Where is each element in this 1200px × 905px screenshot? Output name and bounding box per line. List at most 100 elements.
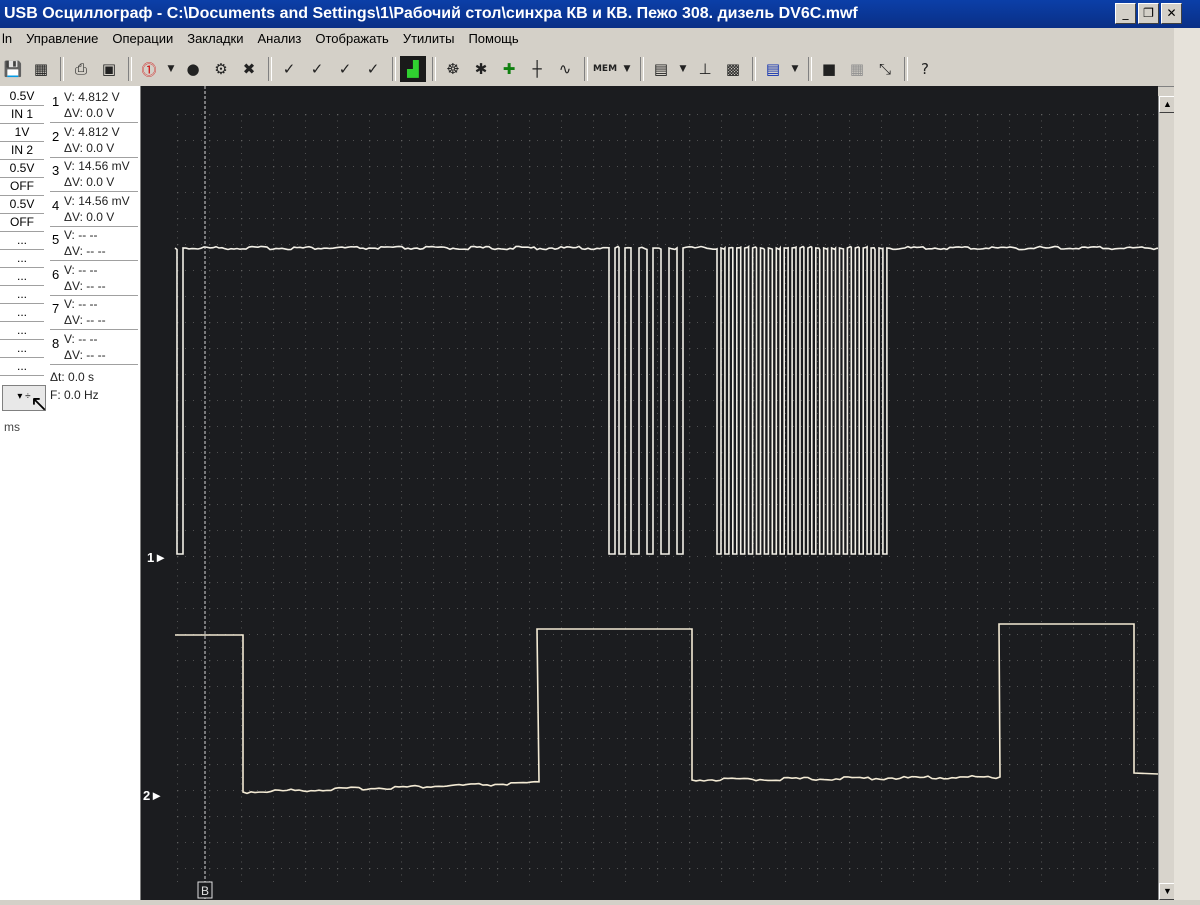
range-cell-4[interactable]: 0.5V xyxy=(0,160,44,178)
menu-item-5[interactable]: Отображать xyxy=(308,28,395,50)
range-cell-10[interactable]: ... xyxy=(0,268,44,286)
range-cell-7[interactable]: OFF xyxy=(0,214,44,232)
time-unit-label: ms xyxy=(4,420,20,434)
scope-grid xyxy=(177,114,1154,882)
range-cell-5[interactable]: OFF xyxy=(0,178,44,196)
window-frame-edge xyxy=(1174,28,1200,900)
mem-icon[interactable]: MEM xyxy=(592,56,618,82)
range-cell-15[interactable]: ... xyxy=(0,358,44,376)
range-cell-13[interactable]: ... xyxy=(0,322,44,340)
probe-icon[interactable]: ☸ xyxy=(440,56,466,82)
math-icon[interactable]: ∿ xyxy=(552,56,578,82)
range-cell-12[interactable]: ... xyxy=(0,304,44,322)
channel-readout-4: 4V: 14.56 mVΔV: 0.0 V xyxy=(50,192,138,227)
mem-dropdown-icon[interactable]: ▼ xyxy=(620,56,634,82)
export-icon[interactable]: ▣ xyxy=(96,56,122,82)
menu-item-6[interactable]: Утилиты xyxy=(396,28,462,50)
channel-readout-8: 8 V: -- -- ΔV: -- -- xyxy=(50,330,138,365)
oscilloscope-screen[interactable]: 1► 2► B xyxy=(141,86,1158,900)
window-title: USB Осциллограф - C:\Documents and Setti… xyxy=(4,5,858,23)
menu-item-4[interactable]: Анализ xyxy=(250,28,308,50)
voltage-value: V: 14.56 mV xyxy=(64,159,130,173)
mouse-pointer-icon: ↖ xyxy=(30,392,48,417)
bug-icon[interactable]: ✱ xyxy=(468,56,494,82)
channel-1-marker: 1► xyxy=(147,550,167,565)
stop-icon[interactable]: ⓵ xyxy=(136,56,162,82)
axis-dropdown-icon[interactable]: ▼ xyxy=(676,56,690,82)
axis-1-icon[interactable]: ▤ xyxy=(648,56,674,82)
trigger-icon[interactable]: ⚙ xyxy=(208,56,234,82)
tools-icon[interactable]: ✖ xyxy=(236,56,262,82)
voltage-value: V: -- -- xyxy=(64,228,98,242)
delta-voltage-value: ΔV: -- -- xyxy=(64,313,106,327)
cursor-b-label: B xyxy=(201,884,209,898)
menu-bar: lnУправлениеОперацииЗакладкиАнализОтобра… xyxy=(0,28,1200,50)
voltage-value: V: -- -- xyxy=(64,332,98,346)
record-icon[interactable]: ● xyxy=(180,56,206,82)
xy-icon[interactable]: ⤡ xyxy=(872,56,898,82)
range-cell-2[interactable]: 1V xyxy=(0,124,44,142)
channel-number: 1 xyxy=(52,94,59,109)
spectrum-icon[interactable]: ▟ xyxy=(400,56,426,82)
range-cell-11[interactable]: ... xyxy=(0,286,44,304)
range-cell-1[interactable]: IN 1 xyxy=(0,106,44,124)
check-4-icon[interactable]: ✓ xyxy=(360,56,386,82)
voltage-value: V: 4.812 V xyxy=(64,90,120,104)
channel-readout-5: 5V: -- --ΔV: -- -- xyxy=(50,226,138,261)
waveform-display[interactable]: 1► 2► B xyxy=(141,86,1158,900)
dropdown-icon[interactable]: ▼ xyxy=(164,56,178,82)
channel-number: 5 xyxy=(52,232,59,247)
range-cell-8[interactable]: ... xyxy=(0,232,44,250)
menu-item-3[interactable]: Закладки xyxy=(180,28,250,50)
channel-number: 2 xyxy=(52,129,59,144)
display-dropdown-icon[interactable]: ▼ xyxy=(788,56,802,82)
range-cell-3[interactable]: IN 2 xyxy=(0,142,44,160)
check-1-icon[interactable]: ✓ xyxy=(276,56,302,82)
menu-item-0[interactable]: ln xyxy=(0,28,19,50)
vertical-scrollbar[interactable]: ▲ ▼ xyxy=(1158,96,1175,900)
title-bar: USB Осциллограф - C:\Documents and Setti… xyxy=(0,0,1200,28)
channel-number: 8 xyxy=(52,336,59,351)
cursor-icon[interactable]: ✚ xyxy=(496,56,522,82)
channel-number: 3 xyxy=(52,163,59,178)
print-icon[interactable]: ⎙ xyxy=(68,56,94,82)
marker-icon[interactable]: ┼ xyxy=(524,56,550,82)
delta-voltage-value: ΔV: 0.0 V xyxy=(64,210,114,224)
range-cell-9[interactable]: ... xyxy=(0,250,44,268)
maximize-button[interactable]: ❐ xyxy=(1138,3,1159,24)
delta-t-readout: Δt: 0.0 s xyxy=(50,370,94,384)
open-icon[interactable]: ▦ xyxy=(28,56,54,82)
check-2-icon[interactable]: ✓ xyxy=(304,56,330,82)
channel-readout-6: 6V: -- --ΔV: -- -- xyxy=(50,261,138,296)
channel-readout-1: 1 V: 4.812 V ΔV: 0.0 V xyxy=(50,88,138,123)
channel-2-marker: 2► xyxy=(143,788,163,803)
channel-readout-3: 3 V: 14.56 mV ΔV: 0.0 V xyxy=(50,157,138,192)
range-cell-14[interactable]: ... xyxy=(0,340,44,358)
delta-voltage-value: ΔV: 0.0 V xyxy=(64,175,114,189)
delta-voltage-value: ΔV: -- -- xyxy=(64,279,106,293)
axis-3-icon[interactable]: ▩ xyxy=(720,56,746,82)
range-cell-0[interactable]: 0.5V xyxy=(0,88,44,106)
voltage-value: V: -- -- xyxy=(64,297,98,311)
delta-voltage-value: ΔV: -- -- xyxy=(64,348,106,362)
display-icon[interactable]: ▤ xyxy=(760,56,786,82)
close-button[interactable]: ✕ xyxy=(1161,3,1182,24)
channel-readout-7: 7V: -- --ΔV: -- -- xyxy=(50,295,138,330)
voltage-value: V: 14.56 mV xyxy=(64,194,130,208)
axis-2-icon[interactable]: ⊥ xyxy=(692,56,718,82)
range-cell-6[interactable]: 0.5V xyxy=(0,196,44,214)
voltage-value: V: 4.812 V xyxy=(64,125,120,139)
grid-icon[interactable]: ▦ xyxy=(844,56,870,82)
minimize-button[interactable]: _ xyxy=(1115,3,1136,24)
help-icon[interactable]: ? xyxy=(912,56,938,82)
menu-item-1[interactable]: Управление xyxy=(19,28,105,50)
fill-icon[interactable]: ■ xyxy=(816,56,842,82)
menu-item-7[interactable]: Помощь xyxy=(461,28,525,50)
check-3-icon[interactable]: ✓ xyxy=(332,56,358,82)
channel-readout-2: 2 V: 4.812 V ΔV: 0.0 V xyxy=(50,123,138,158)
measurement-panel: ▾ ÷ ms Δt: 0.0 s F: 0.0 Hz 0.5VIN 11VIN … xyxy=(0,86,141,900)
delta-voltage-value: ΔV: 0.0 V xyxy=(64,106,114,120)
delta-voltage-value: ΔV: 0.0 V xyxy=(64,141,114,155)
save-icon[interactable]: 💾 xyxy=(0,56,26,82)
menu-item-2[interactable]: Операции xyxy=(105,28,180,50)
